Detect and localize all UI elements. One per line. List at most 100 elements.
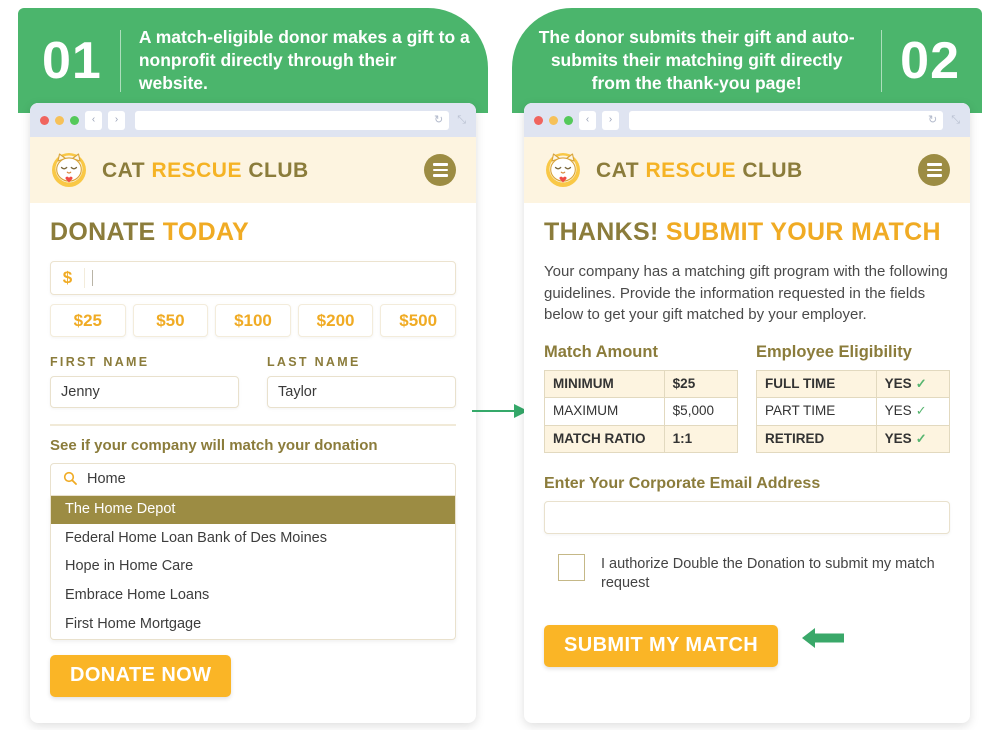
row-value: YES ✓	[875, 424, 951, 453]
preset-amount-button[interactable]: $100	[215, 304, 291, 338]
match-prompt-text: See if your company will match your dona…	[50, 436, 378, 454]
table-row: MINIMUM $25	[544, 370, 739, 399]
url-input[interactable]: ↻	[135, 110, 450, 130]
row-value-text: YES	[884, 376, 912, 392]
match-title-part1: THANKS!	[544, 218, 659, 246]
preset-amount-row: $25 $50 $100 $200 $500	[50, 304, 456, 338]
left-arrow-icon	[800, 625, 846, 651]
first-name-label: FIRST NAME	[50, 355, 150, 370]
row-value-text: YES	[884, 430, 912, 446]
minimize-dot-icon[interactable]	[55, 115, 64, 125]
name-fields-row: FIRST NAME Jenny LAST NAME Taylor	[50, 355, 456, 409]
preset-amount-button[interactable]: $500	[380, 304, 456, 338]
donate-now-button[interactable]: DONATE NOW	[50, 654, 232, 697]
row-value: YES ✓	[875, 370, 951, 399]
table-row: PART TIME YES ✓	[756, 397, 951, 426]
table-row: MAXIMUM $5,000	[544, 397, 739, 426]
last-name-input[interactable]: Taylor	[267, 376, 456, 409]
hamburger-menu-icon[interactable]	[918, 154, 950, 186]
authorization-checkbox[interactable]	[558, 553, 585, 581]
list-item[interactable]: Hope in Home Care	[51, 553, 455, 582]
maximize-dot-icon[interactable]	[70, 115, 79, 125]
brand-wordmark: CAT RESCUE CLUB	[596, 160, 803, 181]
reload-icon[interactable]: ↻	[434, 114, 443, 126]
site-header-donate: CAT RESCUE CLUB	[30, 137, 476, 203]
back-button[interactable]: ‹	[579, 110, 596, 130]
text-caret	[92, 270, 93, 287]
header-divider	[119, 29, 121, 92]
brand-part-cat: CAT	[102, 158, 146, 182]
step-02-header: The donor submits their gift and auto-su…	[512, 8, 982, 113]
maximize-dot-icon[interactable]	[564, 115, 573, 125]
brand-part-rescue: RESCUE	[645, 158, 736, 182]
forward-button[interactable]: ›	[602, 110, 619, 130]
hamburger-menu-icon[interactable]	[424, 154, 456, 186]
url-input[interactable]: ↻	[629, 110, 944, 130]
match-amount-title: Match Amount	[544, 343, 658, 362]
row-value: 1:1	[663, 424, 739, 453]
brand-wordmark: CAT RESCUE CLUB	[102, 160, 309, 181]
donation-amount-input[interactable]: $	[50, 261, 456, 296]
employer-search-input[interactable]: Home	[50, 462, 456, 496]
preset-amount-button[interactable]: $25	[50, 304, 126, 338]
minimize-dot-icon[interactable]	[549, 115, 558, 125]
back-button[interactable]: ‹	[85, 110, 102, 130]
eligibility-table: FULL TIME YES ✓ PART TIME YES ✓ RETIRED YE…	[756, 370, 951, 453]
preset-amount-button[interactable]: $200	[297, 304, 374, 338]
step-02-description: The donor submits their gift and auto-su…	[538, 26, 855, 94]
row-value: $5,000	[663, 397, 739, 426]
corporate-email-label: Enter Your Corporate Email Address	[544, 474, 821, 492]
match-amount-group: Match Amount MINIMUM $25 MAXIMUM $5,000	[544, 343, 739, 453]
last-name-group: LAST NAME Taylor	[267, 355, 456, 409]
match-page-title: THANKS! SUBMIT YOUR MATCH	[544, 219, 950, 245]
authorization-consent-label: I authorize Double the Donation to submi…	[601, 555, 935, 592]
corporate-email-input[interactable]	[544, 500, 950, 534]
row-label: RETIRED	[756, 424, 877, 453]
browser-chrome-bar: ‹ › ↻ ⤡	[524, 103, 970, 137]
donate-page-body: DONATE TODAY $ $25 $50 $100 $200 $500 FI…	[30, 203, 476, 697]
employer-dropdown-list[interactable]: The Home Depot Federal Home Loan Bank of…	[50, 495, 456, 640]
list-item[interactable]: Embrace Home Loans	[51, 581, 455, 610]
section-divider	[50, 424, 456, 426]
table-row: MATCH RATIO 1:1	[544, 424, 739, 453]
employer-search-value: Home	[87, 471, 126, 488]
match-amount-table: MINIMUM $25 MAXIMUM $5,000 MATCH RATIO 1…	[544, 370, 739, 453]
submit-my-match-button[interactable]: SUBMIT MY MATCH	[544, 624, 779, 667]
check-icon: ✓	[915, 376, 927, 392]
expand-icon[interactable]: ⤡	[951, 114, 960, 126]
step-01-header: 01 A match-eligible donor makes a gift t…	[18, 8, 488, 113]
step-01-description: A match-eligible donor makes a gift to a…	[138, 26, 470, 94]
expand-icon[interactable]: ⤡	[457, 114, 466, 126]
list-item[interactable]: Federal Home Loan Bank of Des Moines	[51, 524, 455, 553]
cat-face-logo-icon	[542, 149, 584, 191]
brand-part-club: CLUB	[742, 158, 803, 182]
site-header-match: CAT RESCUE CLUB	[524, 137, 970, 203]
row-value-text: YES	[884, 403, 912, 419]
match-page-body: THANKS! SUBMIT YOUR MATCH Your company h…	[524, 203, 970, 667]
first-name-group: FIRST NAME Jenny	[50, 355, 239, 409]
check-icon: ✓	[915, 403, 927, 419]
match-title-part2: SUBMIT YOUR MATCH	[665, 218, 941, 246]
brand-part-rescue: RESCUE	[151, 158, 242, 182]
search-icon	[63, 471, 77, 487]
close-dot-icon[interactable]	[40, 115, 49, 125]
preset-amount-button[interactable]: $50	[132, 304, 209, 338]
header-divider	[881, 29, 883, 92]
browser-window-donate: ‹ › ↻ ⤡ CAT RESCUE CLUB DONATE TODAY $ $…	[30, 103, 476, 723]
step-panel-02: The donor submits their gift and auto-su…	[512, 0, 982, 730]
first-name-input[interactable]: Jenny	[50, 376, 239, 409]
authorization-consent-row: I authorize Double the Donation to submi…	[544, 553, 950, 594]
eligibility-title: Employee Eligibility	[756, 343, 912, 362]
infographic-canvas: 01 A match-eligible donor makes a gift t…	[0, 0, 1000, 730]
row-value: $25	[663, 370, 739, 399]
last-name-label: LAST NAME	[267, 355, 361, 370]
list-item[interactable]: The Home Depot	[51, 495, 455, 525]
forward-button[interactable]: ›	[108, 110, 125, 130]
list-item[interactable]: First Home Mortgage	[51, 610, 455, 639]
close-dot-icon[interactable]	[534, 115, 543, 125]
reload-icon[interactable]: ↻	[928, 114, 937, 126]
step-01-number: 01	[42, 31, 102, 90]
submit-row: SUBMIT MY MATCH	[544, 610, 950, 667]
cat-face-logo-icon	[48, 149, 90, 191]
row-label: MATCH RATIO	[544, 424, 665, 453]
